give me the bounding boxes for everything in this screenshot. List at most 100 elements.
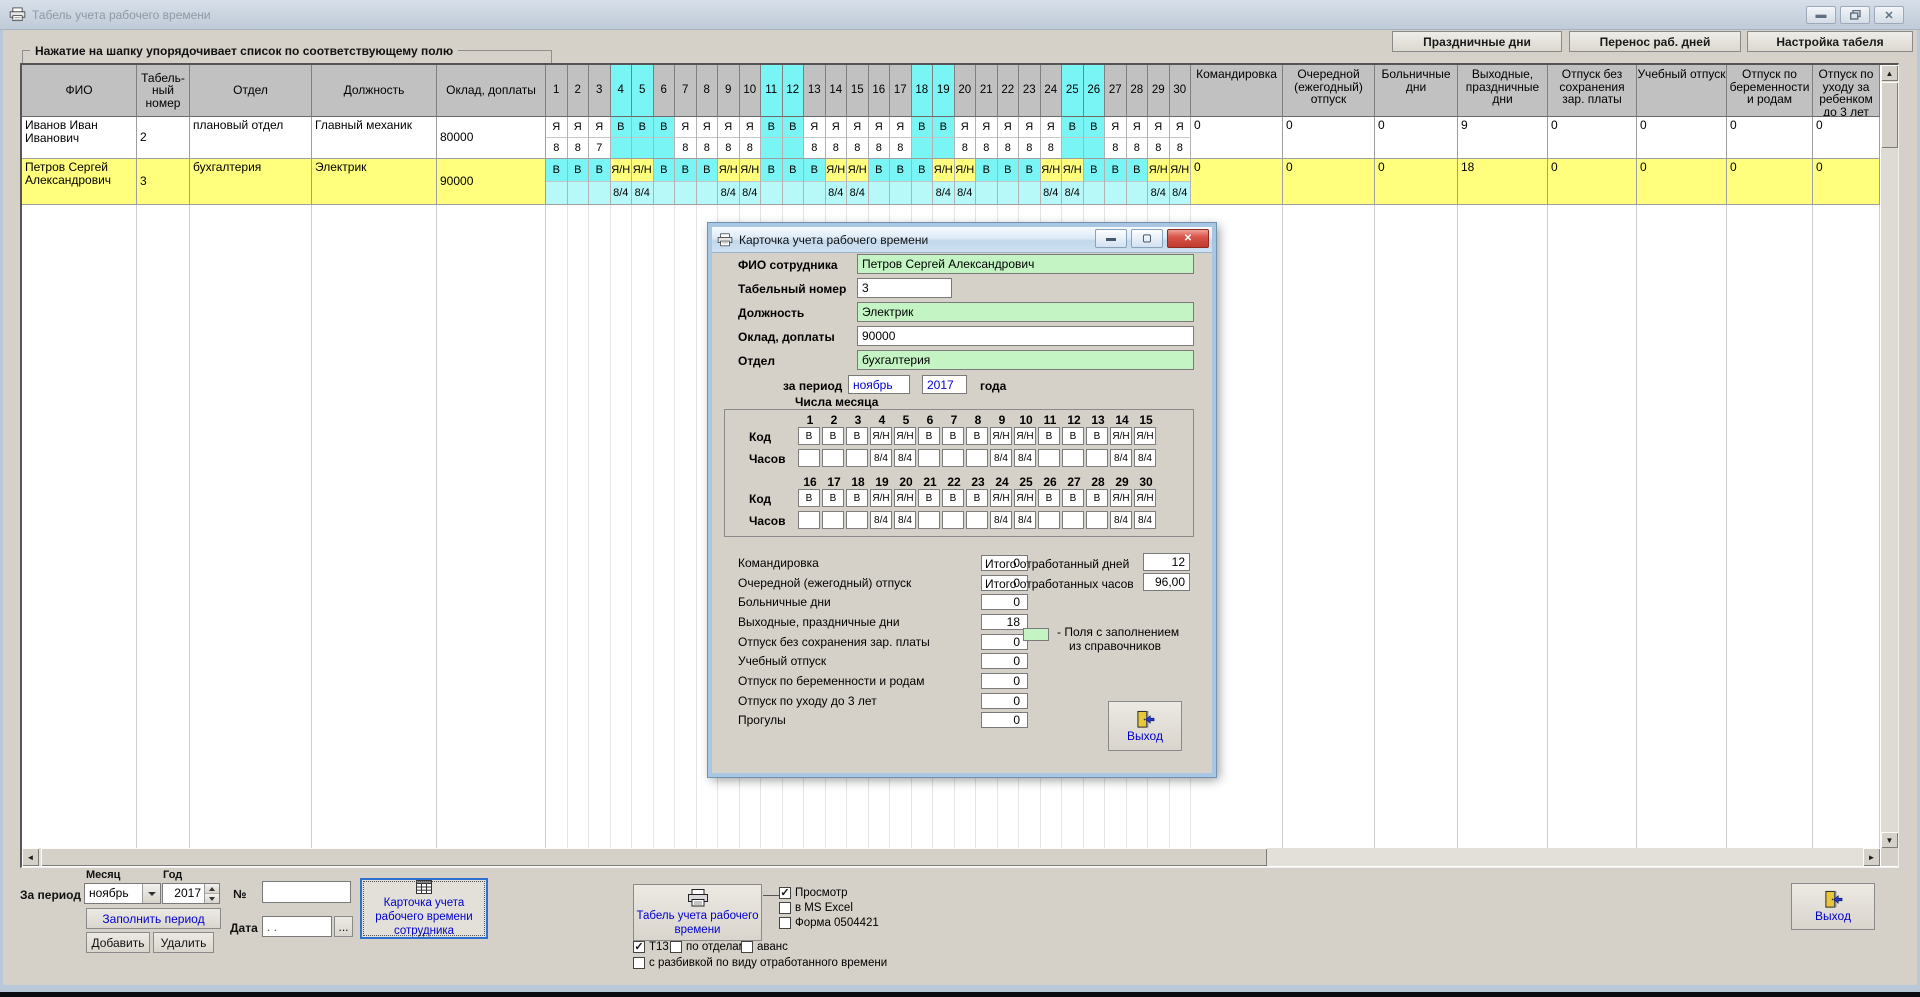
horizontal-scrollbar[interactable]: ◄ ► bbox=[22, 848, 1880, 866]
day-column-header[interactable]: 4 bbox=[611, 65, 633, 117]
code-cell-input[interactable]: Я/Н bbox=[990, 489, 1012, 507]
counter-input[interactable]: 0 bbox=[981, 653, 1028, 669]
summary-column-header[interactable]: Больничные дни bbox=[1375, 65, 1458, 117]
day-column-header[interactable]: 17 bbox=[890, 65, 912, 117]
spinner-up-button[interactable] bbox=[205, 884, 219, 894]
summary-column-header[interactable]: Очередной (ежегодный) отпуск bbox=[1283, 65, 1375, 117]
code-cell-input[interactable]: В bbox=[822, 489, 844, 507]
hours-cell-input[interactable] bbox=[822, 449, 844, 467]
day-column-header[interactable]: 30 bbox=[1170, 65, 1192, 117]
day-column-header[interactable]: 13 bbox=[804, 65, 826, 117]
counter-input[interactable]: 18 bbox=[981, 614, 1028, 630]
hours-cell-input[interactable] bbox=[966, 511, 988, 529]
day-column-header[interactable]: 22 bbox=[998, 65, 1020, 117]
day-column-header[interactable]: 18 bbox=[912, 65, 934, 117]
day-column-header[interactable]: 2 bbox=[568, 65, 590, 117]
code-cell-input[interactable]: Я/Н bbox=[1014, 427, 1036, 445]
hours-cell-input[interactable] bbox=[1038, 511, 1060, 529]
date-input[interactable]: . . bbox=[262, 916, 332, 937]
code-cell-input[interactable]: Я/Н bbox=[1110, 427, 1132, 445]
day-column-header[interactable]: 16 bbox=[869, 65, 891, 117]
code-cell-input[interactable]: В bbox=[966, 489, 988, 507]
date-browse-button[interactable]: ... bbox=[334, 916, 353, 937]
code-cell-input[interactable]: Я/Н bbox=[1134, 427, 1156, 445]
code-cell-input[interactable]: В bbox=[1086, 489, 1108, 507]
code-cell-input[interactable]: В bbox=[966, 427, 988, 445]
code-cell-input[interactable]: В bbox=[798, 489, 820, 507]
scroll-left-arrow[interactable]: ◄ bbox=[22, 848, 39, 866]
day-column-header[interactable]: 25 bbox=[1062, 65, 1084, 117]
delete-button[interactable]: Удалить bbox=[153, 932, 214, 953]
toolbar-button-1[interactable]: Перенос раб. дней bbox=[1569, 31, 1741, 52]
code-cell-input[interactable]: Я/Н bbox=[870, 427, 892, 445]
employee-name-input[interactable]: Петров Сергей Александрович bbox=[857, 254, 1194, 274]
day-column-header[interactable]: 10 bbox=[740, 65, 762, 117]
code-cell-input[interactable]: В bbox=[846, 427, 868, 445]
dialog-minimize-button[interactable]: ▬ bbox=[1095, 229, 1127, 248]
dialog-maximize-button[interactable]: ▢ bbox=[1131, 229, 1163, 248]
day-column-header[interactable]: 9 bbox=[718, 65, 740, 117]
print-timesheet-button[interactable]: Табель учета рабочего времени bbox=[633, 884, 762, 941]
toolbar-button-0[interactable]: Праздничные дни bbox=[1392, 31, 1562, 52]
code-cell-input[interactable]: В bbox=[1062, 489, 1084, 507]
day-column-header[interactable]: 7 bbox=[675, 65, 697, 117]
code-cell-input[interactable]: Я/Н bbox=[870, 489, 892, 507]
department-input[interactable]: бухгалтерия bbox=[857, 350, 1194, 370]
day-column-header[interactable]: 12 bbox=[783, 65, 805, 117]
hours-cell-input[interactable] bbox=[1086, 449, 1108, 467]
close-button[interactable]: ✕ bbox=[1874, 6, 1904, 24]
hours-cell-input[interactable] bbox=[1086, 511, 1108, 529]
day-column-header[interactable]: 6 bbox=[654, 65, 676, 117]
hours-cell-input[interactable] bbox=[1038, 449, 1060, 467]
summary-column-header[interactable]: Отпуск по беременности и родам bbox=[1727, 65, 1813, 117]
code-cell-input[interactable]: В bbox=[942, 489, 964, 507]
code-cell-input[interactable]: В bbox=[822, 427, 844, 445]
code-cell-input[interactable]: В bbox=[798, 427, 820, 445]
hours-cell-input[interactable]: 8/4 bbox=[1134, 511, 1156, 529]
code-cell-input[interactable]: Я/Н bbox=[894, 489, 916, 507]
form-option-1[interactable]: по отделам bbox=[670, 941, 747, 953]
salary-input[interactable]: 90000 bbox=[857, 326, 1194, 346]
day-column-header[interactable]: 3 bbox=[589, 65, 611, 117]
day-column-header[interactable]: 20 bbox=[955, 65, 977, 117]
horizontal-scroll-thumb[interactable] bbox=[41, 848, 1267, 866]
hours-cell-input[interactable] bbox=[966, 449, 988, 467]
restore-button[interactable] bbox=[1840, 6, 1870, 24]
hours-cell-input[interactable] bbox=[942, 511, 964, 529]
day-column-header[interactable]: 1 bbox=[546, 65, 568, 117]
dialog-close-button[interactable]: ✕ bbox=[1167, 229, 1209, 248]
hours-cell-input[interactable]: 8/4 bbox=[990, 449, 1012, 467]
code-cell-input[interactable]: Я/Н bbox=[1014, 489, 1036, 507]
code-cell-input[interactable]: Я/Н bbox=[1110, 489, 1132, 507]
vertical-scrollbar[interactable]: ▲ ▼ bbox=[1881, 65, 1898, 848]
hours-cell-input[interactable]: 8/4 bbox=[894, 511, 916, 529]
toolbar-button-2[interactable]: Настройка табеля bbox=[1747, 31, 1913, 52]
hours-cell-input[interactable] bbox=[1062, 449, 1084, 467]
code-cell-input[interactable]: В bbox=[1038, 489, 1060, 507]
add-button[interactable]: Добавить bbox=[86, 932, 150, 953]
scroll-down-arrow[interactable]: ▼ bbox=[1881, 832, 1898, 848]
hours-cell-input[interactable] bbox=[846, 511, 868, 529]
day-column-header[interactable]: 23 bbox=[1019, 65, 1041, 117]
summary-column-header[interactable]: Отпуск без сохранения зар. платы bbox=[1548, 65, 1637, 117]
hours-cell-input[interactable]: 8/4 bbox=[1110, 511, 1132, 529]
day-column-header[interactable]: 19 bbox=[933, 65, 955, 117]
employee-card-button[interactable]: Карточка учета рабочего времени сотрудни… bbox=[360, 878, 488, 939]
hours-cell-input[interactable] bbox=[1062, 511, 1084, 529]
column-header-salary[interactable]: Оклад, доплаты bbox=[437, 65, 546, 117]
code-cell-input[interactable]: Я/Н bbox=[990, 427, 1012, 445]
print-option-2[interactable]: Форма 0504421 bbox=[779, 917, 879, 929]
vertical-scroll-thumb[interactable] bbox=[1881, 82, 1898, 148]
day-column-header[interactable]: 5 bbox=[632, 65, 654, 117]
column-header-fio[interactable]: ФИО bbox=[22, 65, 137, 117]
hours-cell-input[interactable]: 8/4 bbox=[1110, 449, 1132, 467]
code-cell-input[interactable]: В bbox=[918, 489, 940, 507]
code-cell-input[interactable]: Я/Н bbox=[894, 427, 916, 445]
hours-cell-input[interactable] bbox=[798, 449, 820, 467]
day-column-header[interactable]: 8 bbox=[697, 65, 719, 117]
column-header-position[interactable]: Должность bbox=[312, 65, 437, 117]
form-option-0[interactable]: ✓Т13 bbox=[633, 941, 669, 953]
combobox-dropdown-button[interactable] bbox=[142, 884, 160, 903]
summary-column-header[interactable]: Учебный отпуск bbox=[1637, 65, 1727, 117]
print-option-0[interactable]: ✓Просмотр bbox=[779, 887, 848, 899]
